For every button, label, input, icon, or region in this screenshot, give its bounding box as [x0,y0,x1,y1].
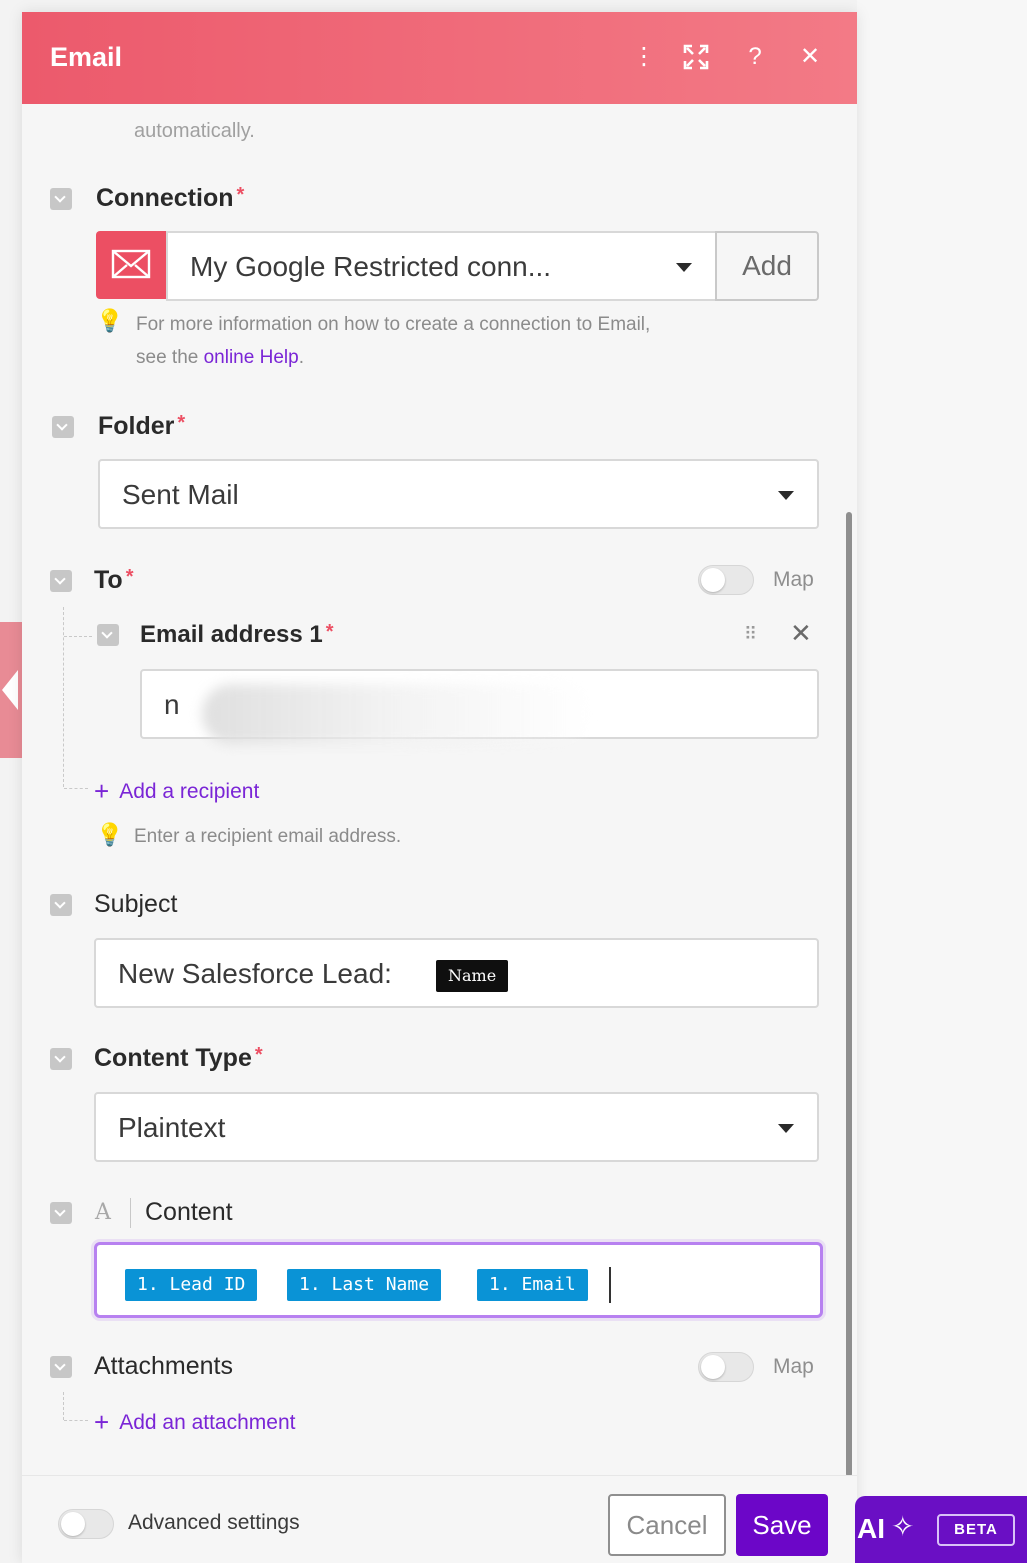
text-cursor [609,1267,611,1303]
tree-connector [64,636,92,638]
tree-connector [63,1392,65,1420]
close-icon[interactable]: ✕ [793,40,827,74]
panel-title: Email [50,42,123,72]
email-module-panel: Email ⋮ ? ✕ automatically. Connection * M… [22,12,857,1563]
mapped-variable-chip[interactable]: 1. Email [477,1269,588,1301]
collapse-panel-tab[interactable] [0,622,22,758]
subject-label: Subject [94,890,178,918]
content-type-label: Content Type * [94,1044,263,1072]
add-connection-button[interactable]: Add [715,231,819,301]
add-attachment-link[interactable]: + Add an attachment [94,1407,295,1438]
plus-icon: + [94,776,110,806]
ai-label: AI [857,1513,885,1544]
chevron-down-icon [676,263,692,272]
drag-handle-icon[interactable]: ⠿ [744,624,757,645]
tree-connector [63,607,65,787]
lightbulb-icon: 💡 [96,822,124,847]
to-map-label: Map [773,568,814,591]
subject-collapse-icon[interactable] [50,894,72,916]
mapped-variable-chip[interactable]: 1. Last Name [287,1269,442,1301]
folder-collapse-icon[interactable] [52,416,74,438]
divider [130,1198,131,1228]
help-icon[interactable]: ? [738,40,772,74]
panel-scrollbar[interactable] [846,512,852,1477]
connection-collapse-icon[interactable] [50,188,72,210]
background-canvas [857,0,1027,1563]
tree-connector [64,1420,88,1422]
attachments-collapse-icon[interactable] [50,1356,72,1378]
folder-select[interactable]: Sent Mail [98,459,819,529]
panel-header: Email ⋮ ? ✕ [22,12,857,104]
folder-label: Folder * [98,412,186,440]
connection-select[interactable]: My Google Restricted conn... [166,231,717,301]
to-label: To * [94,566,134,594]
chevron-left-icon [2,670,18,710]
to-collapse-icon[interactable] [50,570,72,592]
lightbulb-icon: 💡 [96,308,124,333]
redacted-email-blur [202,684,592,744]
mapped-variable-chip[interactable]: 1. Lead ID [125,1269,258,1301]
chevron-down-icon [778,491,794,500]
email-address-1-label: Email address 1 * [140,621,334,648]
mapped-variable-pill[interactable]: Name [436,960,509,992]
cancel-button[interactable]: Cancel [608,1494,726,1556]
advanced-settings-label: Advanced settings [128,1511,300,1534]
to-hint: Enter a recipient email address. [134,826,402,847]
content-type-select[interactable]: Plaintext [94,1092,819,1162]
to-map-toggle[interactable] [698,565,754,595]
text-format-icon[interactable]: A [95,1200,111,1225]
attachments-label: Attachments [94,1352,233,1380]
content-input[interactable]: 1. Lead ID 1. Last Name 1. Email [94,1242,823,1318]
save-button[interactable]: Save [736,1494,828,1556]
advanced-settings-toggle[interactable] [58,1509,114,1539]
connection-hint: For more information on how to create a … [136,314,651,368]
ai-assistant-button[interactable]: AI ✧ BETA [855,1496,1027,1563]
add-recipient-link[interactable]: + Add a recipient [94,776,259,807]
remove-item-icon[interactable]: ✕ [790,618,812,649]
connection-label: Connection * [96,184,245,212]
content-label: Content [145,1198,233,1226]
content-type-collapse-icon[interactable] [50,1048,72,1070]
beta-badge: BETA [937,1514,1015,1546]
online-help-link[interactable]: online Help [204,347,299,368]
chevron-down-icon [778,1124,794,1133]
attachments-map-label: Map [773,1355,814,1378]
attachments-map-toggle[interactable] [698,1352,754,1382]
module-description: automatically. [134,120,255,142]
email-address-collapse-icon[interactable] [97,624,119,646]
tree-connector [64,788,88,790]
mail-icon [96,231,166,299]
content-collapse-icon[interactable] [50,1202,72,1224]
expand-icon[interactable] [679,40,713,74]
sparkle-icon: ✧ [891,1511,915,1542]
plus-icon: + [94,1407,110,1437]
more-vertical-icon[interactable]: ⋮ [627,40,661,74]
